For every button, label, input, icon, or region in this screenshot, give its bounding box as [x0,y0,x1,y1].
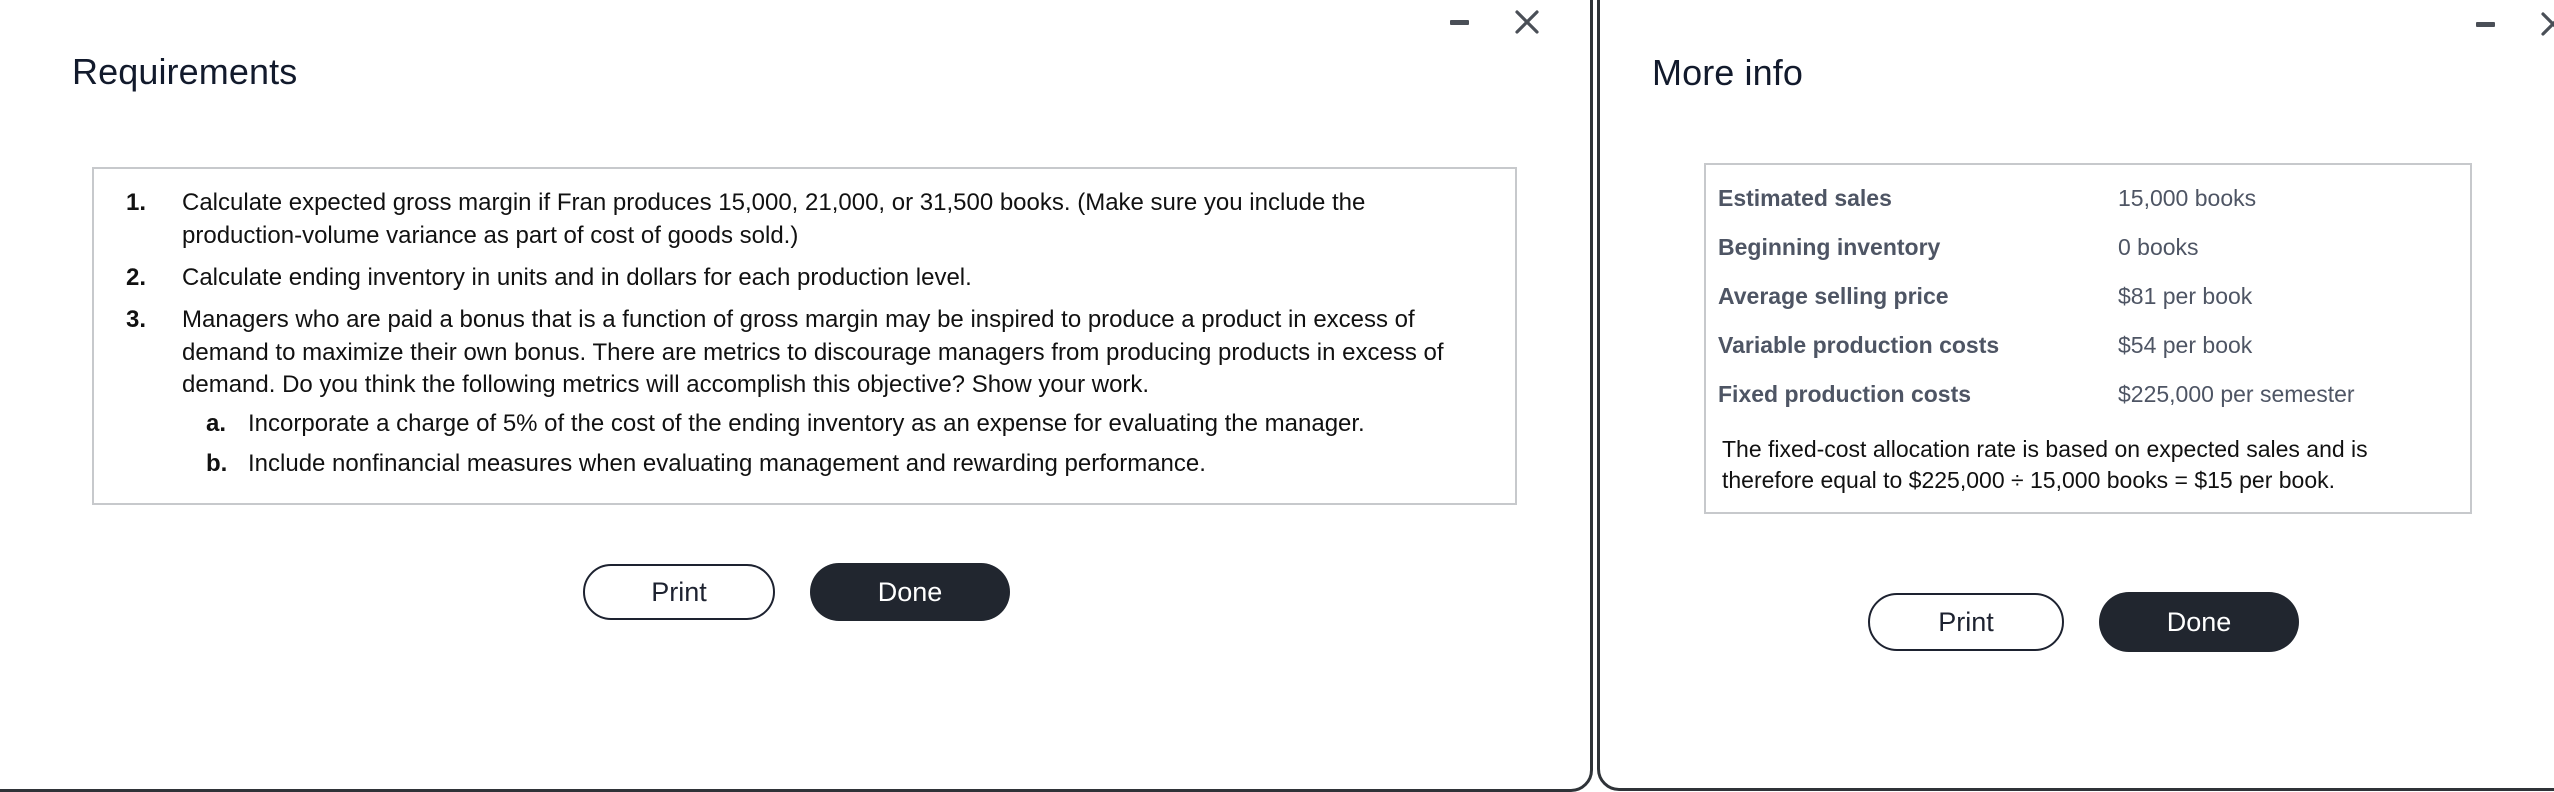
more-info-content-box: Estimated sales 15,000 books Beginning i… [1704,163,2472,514]
row-label: Fixed production costs [1718,381,1972,407]
sub-list-item-marker: a. [206,410,227,438]
minimize-button[interactable] [1442,5,1476,39]
done-button[interactable]: Done [2099,592,2299,652]
sub-list-item-text: Include nonfinancial measures when evalu… [248,450,1206,478]
requirements-dialog: Requirements 1. Calculate expected gross… [0,0,1593,792]
table-row: Beginning inventory 0 books [1718,234,2458,283]
requirements-list: 1. Calculate expected gross margin if Fr… [120,187,1489,481]
requirements-window-controls [1442,5,1544,39]
row-value: $225,000 per semester [2118,381,2355,407]
sub-list-item: b. Include nonfinancial measures when ev… [182,448,1489,481]
more-info-window-controls [2468,7,2554,41]
minimize-icon [1449,19,1469,25]
list-item: 3. Managers who are paid a bonus that is… [120,304,1489,481]
row-label: Average selling price [1718,283,1949,309]
more-info-button-row: Print Done [1868,592,2299,652]
row-value: $54 per book [2118,332,2253,358]
table-row: Fixed production costs $225,000 per seme… [1718,381,2458,420]
requirements-sub-list: a. Incorporate a charge of 5% of the cos… [182,408,1489,481]
row-value: 0 books [2118,234,2199,260]
table-row: Average selling price $81 per book [1718,283,2458,332]
list-item: 2. Calculate ending inventory in units a… [120,262,1489,295]
row-label: Estimated sales [1718,185,1892,211]
print-button[interactable]: Print [1868,593,2064,651]
requirements-content-box: 1. Calculate expected gross margin if Fr… [92,167,1517,505]
list-item-text: Calculate ending inventory in units and … [182,263,972,291]
close-icon [2541,12,2554,36]
list-item-marker: 3. [126,305,147,333]
table-row: Variable production costs $54 per book [1718,332,2458,381]
list-item-text: Calculate expected gross margin if Fran … [182,189,1366,249]
row-value: 15,000 books [2118,185,2257,211]
row-value: $81 per book [2118,283,2253,309]
row-label: Variable production costs [1718,332,2000,358]
more-info-table: Estimated sales 15,000 books Beginning i… [1718,185,2458,420]
minimize-button[interactable] [2468,7,2502,41]
more-info-title: More info [1652,52,1803,93]
sub-list-item: a. Incorporate a charge of 5% of the cos… [182,408,1489,441]
row-label: Beginning inventory [1718,234,1941,260]
requirements-title: Requirements [72,51,298,92]
close-button[interactable] [1510,5,1544,39]
minimize-icon [2475,21,2495,27]
list-item-marker: 2. [126,263,147,291]
close-icon [1515,10,1539,34]
list-item: 1. Calculate expected gross margin if Fr… [120,187,1489,253]
table-row: Estimated sales 15,000 books [1718,185,2458,234]
list-item-text: Managers who are paid a bonus that is a … [182,305,1444,399]
close-button[interactable] [2536,7,2554,41]
more-info-dialog: More info Estimated sales 15,000 books B… [1597,0,2554,791]
more-info-note: The fixed-cost allocation rate is based … [1722,436,2368,493]
print-button[interactable]: Print [583,564,775,620]
sub-list-item-text: Incorporate a charge of 5% of the cost o… [248,410,1365,438]
list-item-marker: 1. [126,189,147,216]
done-button[interactable]: Done [810,563,1010,621]
requirements-button-row: Print Done [583,563,1010,621]
sub-list-item-marker: b. [206,450,228,478]
